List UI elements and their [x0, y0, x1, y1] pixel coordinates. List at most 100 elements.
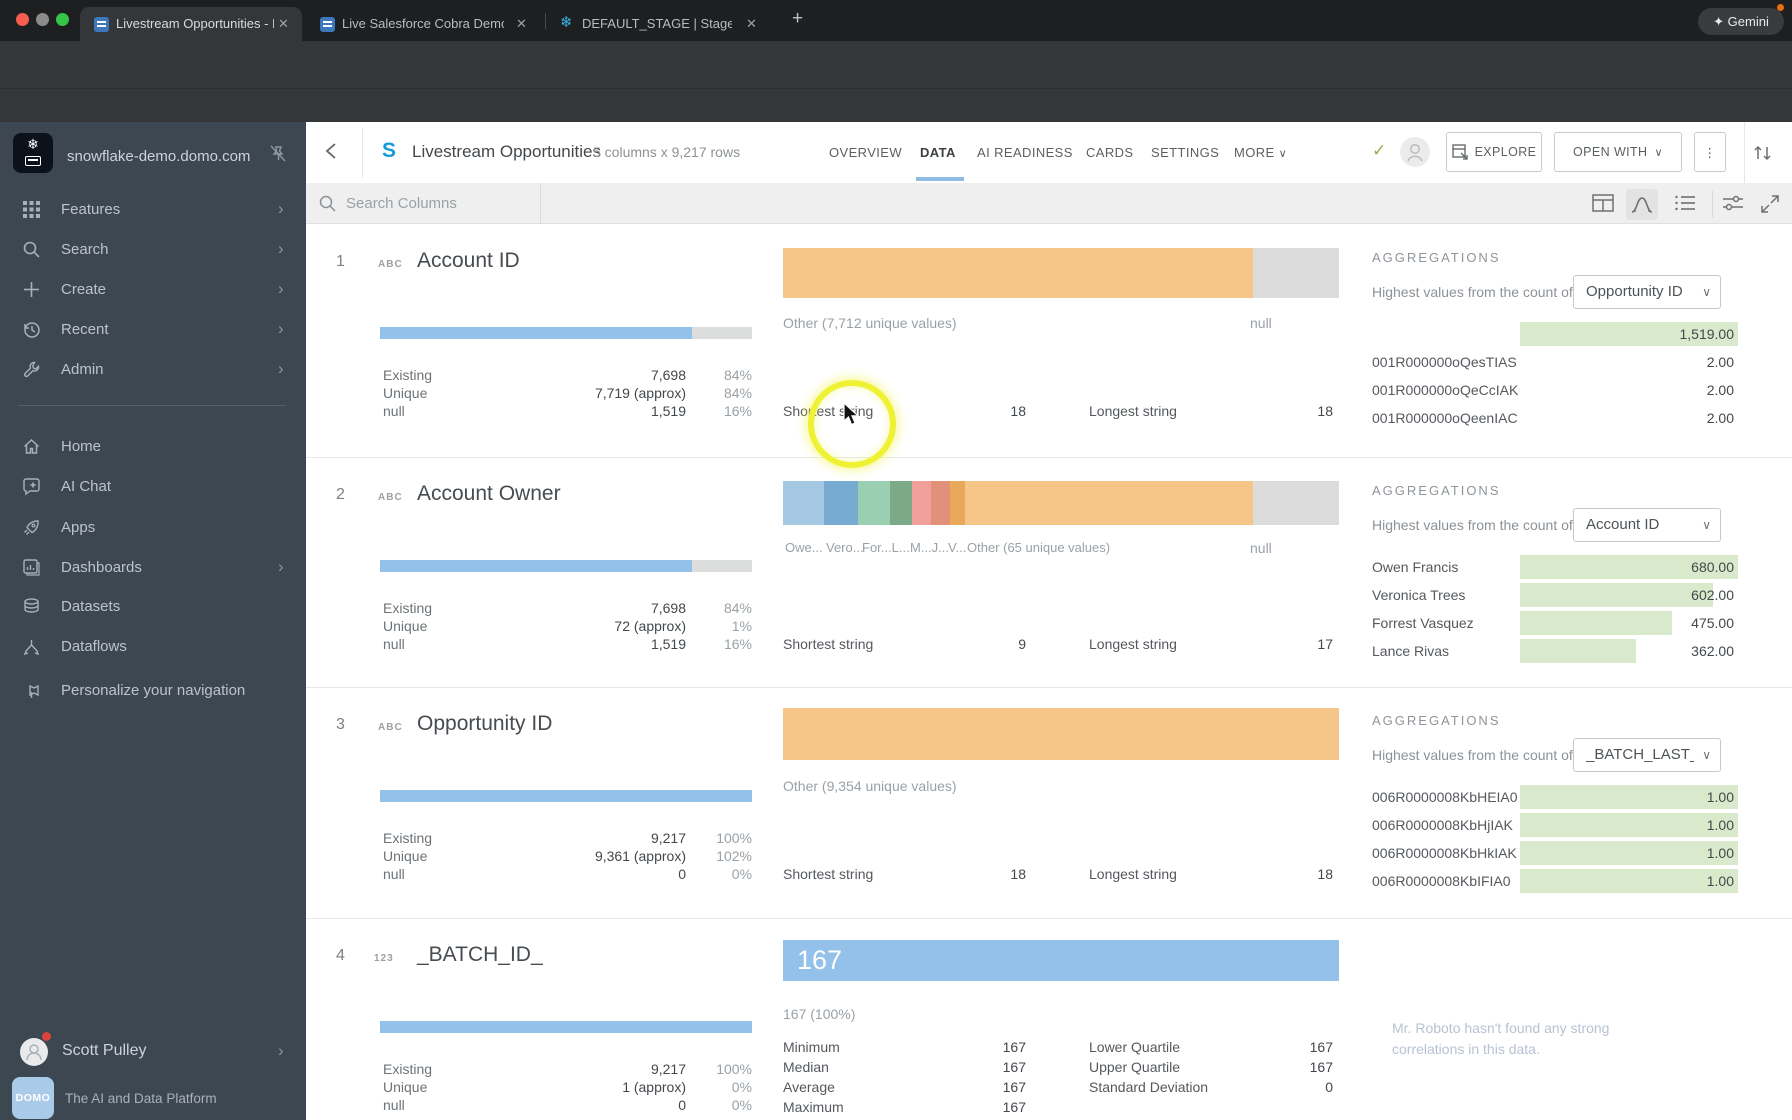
aggregation-row: 001R000000oQeenIAC 2.00 [1372, 410, 1734, 426]
close-tab-icon[interactable]: ✕ [278, 14, 289, 34]
aggregation-field-dropdown[interactable]: Account ID ∨ [1573, 508, 1721, 542]
aggregation-bar [1520, 813, 1738, 837]
row-divider [306, 457, 1792, 458]
sidebar-item-apps[interactable]: Apps [0, 508, 306, 548]
explore-button[interactable]: EXPLORE [1446, 132, 1542, 172]
other-segment[interactable] [965, 481, 1253, 525]
other-segment[interactable] [783, 708, 1339, 760]
value-segment[interactable] [931, 481, 950, 525]
null-segment[interactable] [1253, 248, 1339, 298]
expand-icon[interactable] [1760, 194, 1780, 214]
user-name[interactable]: Scott Pulley [62, 1042, 146, 1060]
sidebar-item-personalize[interactable]: Personalize your navigation [0, 671, 306, 711]
sidebar-item-datasets[interactable]: Datasets [0, 587, 306, 627]
other-segment[interactable] [783, 248, 1253, 298]
browser-tab-3[interactable]: ❄ DEFAULT_STAGE | Stage ✕ [548, 7, 774, 41]
minimize-window-button[interactable] [36, 13, 49, 26]
sidebar-item-create[interactable]: Create › [0, 270, 306, 310]
value-segment[interactable] [912, 481, 931, 525]
aggregation-bar [1520, 639, 1636, 663]
segment-label: M...J... [910, 540, 949, 555]
domo-sidebar: ❄ snowflake-demo.domo.com Features › Sea… [0, 122, 306, 1120]
chevron-down-icon: ∨ [1278, 148, 1288, 160]
tab-data[interactable]: DATA [920, 145, 956, 160]
aggregation-bar [1520, 785, 1738, 809]
value-segment[interactable] [783, 481, 824, 525]
stat-null: null 0 0% [383, 1097, 752, 1113]
sidebar-item-search[interactable]: Search › [0, 230, 306, 270]
distribution-view-icon[interactable] [1631, 194, 1653, 214]
grid-icon [22, 200, 41, 219]
tab-ai-readiness[interactable]: AI READINESS [977, 145, 1073, 160]
zoom-window-button[interactable] [56, 13, 69, 26]
open-with-button[interactable]: OPEN WITH ∨ [1554, 132, 1682, 172]
bar-value-text: 167 [797, 945, 843, 975]
instance-logo[interactable]: ❄ [13, 133, 53, 173]
value-distribution-bar[interactable] [783, 248, 1339, 298]
search-columns-input[interactable] [344, 190, 528, 216]
existing-progress-bar [380, 327, 752, 339]
user-avatar[interactable] [20, 1038, 48, 1066]
close-tab-icon[interactable]: ✕ [746, 14, 757, 34]
sidebar-item-admin[interactable]: Admin › [0, 350, 306, 390]
other-values-label: Other (9,354 unique values) [783, 778, 957, 794]
aggregation-prefix: Highest values from the count of [1372, 284, 1573, 300]
brand-tagline: The AI and Data Platform [65, 1091, 217, 1106]
stat-minimum: Minimum 167 Lower Quartile 167 [783, 1039, 1333, 1055]
stat-unique: Unique 9,361 (approx) 102% [383, 848, 752, 864]
column-type-icon: 123 [374, 953, 394, 964]
sidebar-item-features[interactable]: Features › [0, 190, 306, 230]
sidebar-item-recent[interactable]: Recent › [0, 310, 306, 350]
column-name[interactable]: Opportunity ID [417, 712, 552, 736]
database-icon [22, 597, 41, 616]
existing-progress-bar [380, 560, 752, 572]
sync-check-icon: ✓ [1372, 141, 1387, 160]
user-notification-dot [42, 1032, 51, 1041]
close-window-button[interactable] [16, 13, 29, 26]
header-more-menu[interactable]: ⋮ [1694, 132, 1726, 172]
table-view-icon[interactable] [1592, 194, 1614, 212]
aggregation-field-dropdown[interactable]: Opportunity ID ∨ [1573, 275, 1721, 309]
tab-overview[interactable]: OVERVIEW [829, 145, 902, 160]
column-name[interactable]: Account Owner [417, 482, 561, 506]
aggregation-row: Veronica Trees 602.00 [1372, 581, 1739, 609]
bookmarks-bar: BYU Learning Suite python - Display d...… [0, 88, 1792, 205]
aggregation-field-dropdown[interactable]: _BATCH_LAST_RU∨ [1573, 738, 1721, 772]
filter-sliders-icon[interactable] [1722, 194, 1744, 212]
back-button[interactable] [320, 139, 344, 163]
column-number: 1 [336, 253, 345, 270]
branch-icon [22, 637, 41, 656]
browser-tab-2[interactable]: Live Salesforce Cobra Demo ✕ [306, 7, 540, 41]
value-segment[interactable] [890, 481, 912, 525]
sidebar-item-ai-chat[interactable]: AI Chat [0, 467, 306, 507]
column-name[interactable]: Account ID [417, 249, 520, 273]
toolbar-divider [540, 183, 541, 224]
value-segment[interactable] [950, 481, 965, 525]
list-view-icon[interactable] [1674, 194, 1696, 212]
owner-avatar[interactable] [1400, 137, 1430, 167]
value-segment[interactable] [858, 481, 890, 525]
new-tab-button[interactable]: + [792, 8, 803, 30]
sidebar-item-home[interactable]: Home [0, 427, 306, 467]
tab-title: Live Salesforce Cobra Demo [342, 16, 504, 31]
sidebar-item-dashboards[interactable]: Dashboards › [0, 548, 306, 588]
plus-icon [22, 280, 41, 299]
sort-updown-icon[interactable] [1752, 144, 1774, 162]
tab-settings[interactable]: SETTINGS [1151, 145, 1219, 160]
browser-tab-1[interactable]: Livestream Opportunities - D ✕ [80, 7, 302, 41]
tab-cards[interactable]: CARDS [1086, 145, 1134, 160]
chevron-down-icon: ∨ [1702, 518, 1711, 532]
value-distribution-bar[interactable] [783, 708, 1339, 760]
string-length-stats: Shortest string 18 Longest string 18 [783, 866, 1333, 882]
column-name[interactable]: _BATCH_ID_ [417, 943, 543, 967]
value-segment[interactable] [824, 481, 858, 525]
sidebar-item-dataflows[interactable]: Dataflows [0, 627, 306, 667]
value-distribution-bar[interactable] [783, 481, 1339, 525]
segment-label: Owe... [785, 540, 823, 555]
unpin-sidebar-icon[interactable] [268, 144, 288, 164]
single-value-bar[interactable]: 167 [783, 940, 1339, 981]
close-tab-icon[interactable]: ✕ [516, 14, 527, 34]
tab-more[interactable]: MORE ∨ [1234, 145, 1287, 160]
null-segment[interactable] [1253, 481, 1339, 525]
gemini-button[interactable]: ✦ Gemini [1698, 8, 1784, 35]
